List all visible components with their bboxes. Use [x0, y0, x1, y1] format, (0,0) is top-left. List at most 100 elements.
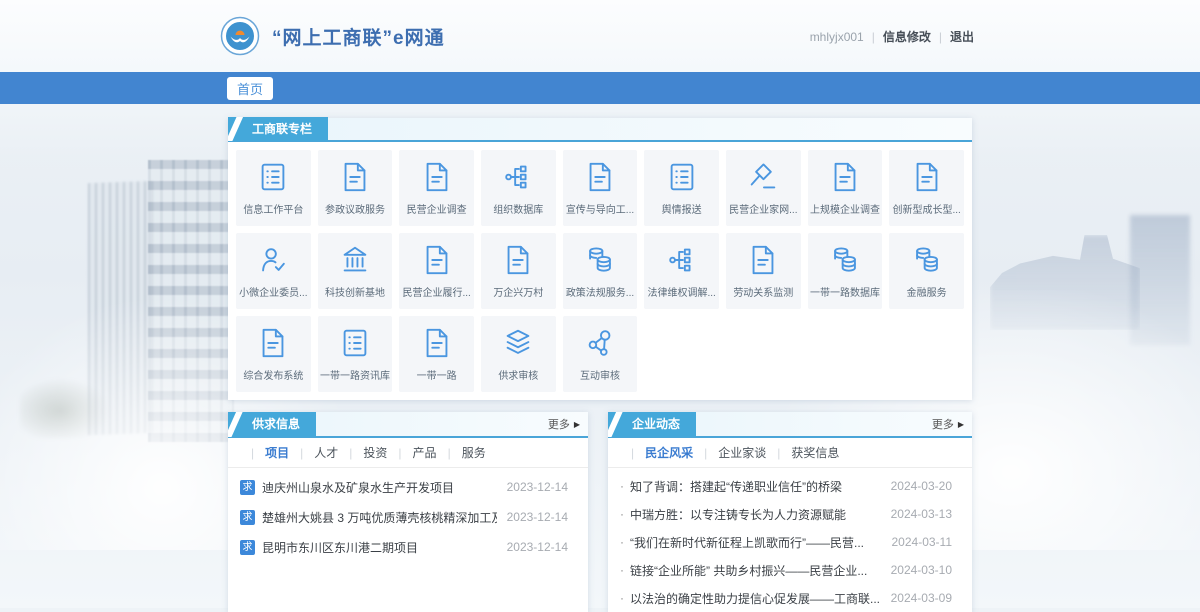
app-grid-item-label: 信息工作平台	[243, 201, 303, 216]
app-grid-item[interactable]: 民营企业调查	[399, 150, 474, 226]
database-icon	[828, 243, 862, 277]
news-item-title: 链接“企业所能” 共助乡村振兴——民营企业...	[630, 562, 881, 579]
app-grid-item[interactable]: 政策法规服务...	[563, 233, 638, 309]
username: mhlyjx001	[810, 30, 864, 44]
supply-list-item[interactable]: 求 迪庆州山泉水及矿泉水生产开发项目 2023-12-14	[240, 472, 568, 502]
app-grid-item-label: 舆情报送	[662, 201, 702, 216]
app-grid-item-label: 科技创新基地	[325, 284, 385, 299]
supply-panel: 供求信息 更多 ▶ 项目 人才 投资 产品 服务	[228, 412, 588, 612]
logout-link[interactable]: 退出	[931, 28, 974, 45]
app-grid-item[interactable]: 万企兴万村	[481, 233, 556, 309]
list-icon	[256, 160, 290, 194]
doc-icon	[256, 326, 290, 360]
bullet-icon: ·	[620, 563, 624, 577]
demand-badge: 求	[240, 540, 255, 555]
supply-panel-title: 供求信息	[228, 412, 316, 437]
supply-more-label: 更多	[548, 416, 570, 432]
doc-icon	[420, 160, 454, 194]
news-more-label: 更多	[932, 416, 954, 432]
app-grid-item[interactable]: 劳动关系监测	[726, 233, 801, 309]
news-tab[interactable]: 民企风采	[620, 444, 693, 461]
app-grid-item-label: 上规模企业调查	[810, 201, 880, 216]
app-grid-item[interactable]: 综合发布系统	[236, 316, 311, 392]
news-list-item[interactable]: · 知了背调：搭建起“传递职业信任”的桥梁 2024-03-20	[620, 472, 952, 500]
news-panel-header: 企业动态 更多 ▶	[608, 412, 972, 438]
news-tab[interactable]: 获奖信息	[766, 444, 839, 461]
news-list-item[interactable]: · 中瑞方胜：以专注铸专长为人力资源赋能 2024-03-13	[620, 500, 952, 528]
supply-tab[interactable]: 产品	[387, 444, 436, 461]
app-grid-item[interactable]: 一带一路数据库	[808, 233, 883, 309]
supply-item-title: 迪庆州山泉水及矿泉水生产开发项目	[262, 479, 497, 496]
app-grid-item[interactable]: 小微企业委员...	[236, 233, 311, 309]
layers-icon	[501, 326, 535, 360]
app-grid-item[interactable]: 上规模企业调查	[808, 150, 883, 226]
supply-list-item[interactable]: 求 楚雄州大姚县 3 万吨优质薄壳核桃精深加工及科... 2023-12-14	[240, 502, 568, 532]
more-arrow-icon: ▶	[574, 420, 580, 429]
supply-item-date: 2023-12-14	[507, 540, 568, 554]
doc-icon	[338, 160, 372, 194]
supply-item-date: 2023-12-14	[507, 480, 568, 494]
app-grid-item[interactable]: 组织数据库	[481, 150, 556, 226]
app-grid-item-label: 创新型成长型...	[892, 201, 960, 216]
supply-tab[interactable]: 投资	[338, 444, 387, 461]
app-grid-item[interactable]: 法律维权调解...	[644, 233, 719, 309]
doc-icon	[420, 243, 454, 277]
doc-icon	[420, 326, 454, 360]
bullet-icon: ·	[620, 591, 624, 605]
network-icon	[583, 326, 617, 360]
app-grid-item[interactable]: 金融服务	[889, 233, 964, 309]
news-tab[interactable]: 企业家谈	[693, 444, 766, 461]
app-grid-item-label: 组织数据库	[493, 201, 543, 216]
demand-badge: 求	[240, 480, 255, 495]
news-list-item[interactable]: · “我们在新时代新征程上凯歌而行”——民营... 2024-03-11	[620, 528, 952, 556]
supply-tab[interactable]: 人才	[289, 444, 338, 461]
supply-tab[interactable]: 服务	[437, 444, 486, 461]
user-bar: mhlyjx001 信息修改 退出	[810, 28, 974, 45]
app-grid-item-label: 民营企业家网...	[729, 201, 797, 216]
app-grid-item[interactable]: 科技创新基地	[318, 233, 393, 309]
news-list-item[interactable]: · 链接“企业所能” 共助乡村振兴——民营企业... 2024-03-10	[620, 556, 952, 584]
supply-tab[interactable]: 项目	[240, 444, 289, 461]
app-grid-item-label: 万企兴万村	[493, 284, 543, 299]
news-panel-title: 企业动态	[608, 412, 696, 437]
news-item-title: 中瑞方胜：以专注铸专长为人力资源赋能	[630, 506, 881, 523]
database-icon	[910, 243, 944, 277]
app-grid-item-label: 一带一路	[417, 367, 457, 382]
app-grid-item-label: 参政议政服务	[325, 201, 385, 216]
news-more-link[interactable]: 更多 ▶	[932, 416, 972, 432]
app-grid-item-label: 小微企业委员...	[239, 284, 307, 299]
app-grid-item[interactable]: 民营企业履行...	[399, 233, 474, 309]
supply-more-link[interactable]: 更多 ▶	[548, 416, 588, 432]
app-grid-item-label: 综合发布系统	[243, 367, 303, 382]
app-grid-item[interactable]: 参政议政服务	[318, 150, 393, 226]
app-grid-item[interactable]: 宣传与导向工...	[563, 150, 638, 226]
app-grid-item-label: 政策法规服务...	[566, 284, 634, 299]
app-grid-item[interactable]: 民营企业家网...	[726, 150, 801, 226]
app-grid-item[interactable]: 互动审核	[563, 316, 638, 392]
supply-list-item[interactable]: 求 昆明市东川区东川港二期项目 2023-12-14	[240, 532, 568, 562]
app-grid-item-label: 民营企业履行...	[402, 284, 470, 299]
news-list: · 知了背调：搭建起“传递职业信任”的桥梁 2024-03-20 · 中瑞方胜：…	[608, 468, 972, 612]
edit-info-link[interactable]: 信息修改	[864, 28, 931, 45]
site-header: “网上工商联”e网通 mhlyjx001 信息修改 退出	[0, 0, 1200, 72]
app-grid-item[interactable]: 创新型成长型...	[889, 150, 964, 226]
app-grid-item[interactable]: 一带一路	[399, 316, 474, 392]
news-item-date: 2024-03-20	[891, 479, 952, 493]
database-icon	[583, 243, 617, 277]
app-grid-item[interactable]: 舆情报送	[644, 150, 719, 226]
supply-panel-header: 供求信息 更多 ▶	[228, 412, 588, 438]
news-item-date: 2024-03-10	[891, 563, 952, 577]
supply-item-date: 2023-12-14	[507, 510, 568, 524]
site-title: “网上工商联”e网通	[272, 23, 445, 50]
app-grid-item[interactable]: 信息工作平台	[236, 150, 311, 226]
gsl-panel-title: 工商联专栏	[228, 117, 328, 141]
nav-home-button[interactable]: 首页	[227, 77, 273, 100]
bullet-icon: ·	[620, 507, 624, 521]
app-grid-item[interactable]: 一带一路资讯库	[318, 316, 393, 392]
app-grid-item-label: 金融服务	[907, 284, 947, 299]
app-grid-item[interactable]: 供求审核	[481, 316, 556, 392]
gsl-panel: 工商联专栏 信息工作平台 参政议政服务 民营企业调查	[228, 118, 972, 400]
orgchart-icon	[501, 160, 535, 194]
person-check-icon	[256, 243, 290, 277]
supply-tabs: 项目 人才 投资 产品 服务	[228, 438, 588, 468]
